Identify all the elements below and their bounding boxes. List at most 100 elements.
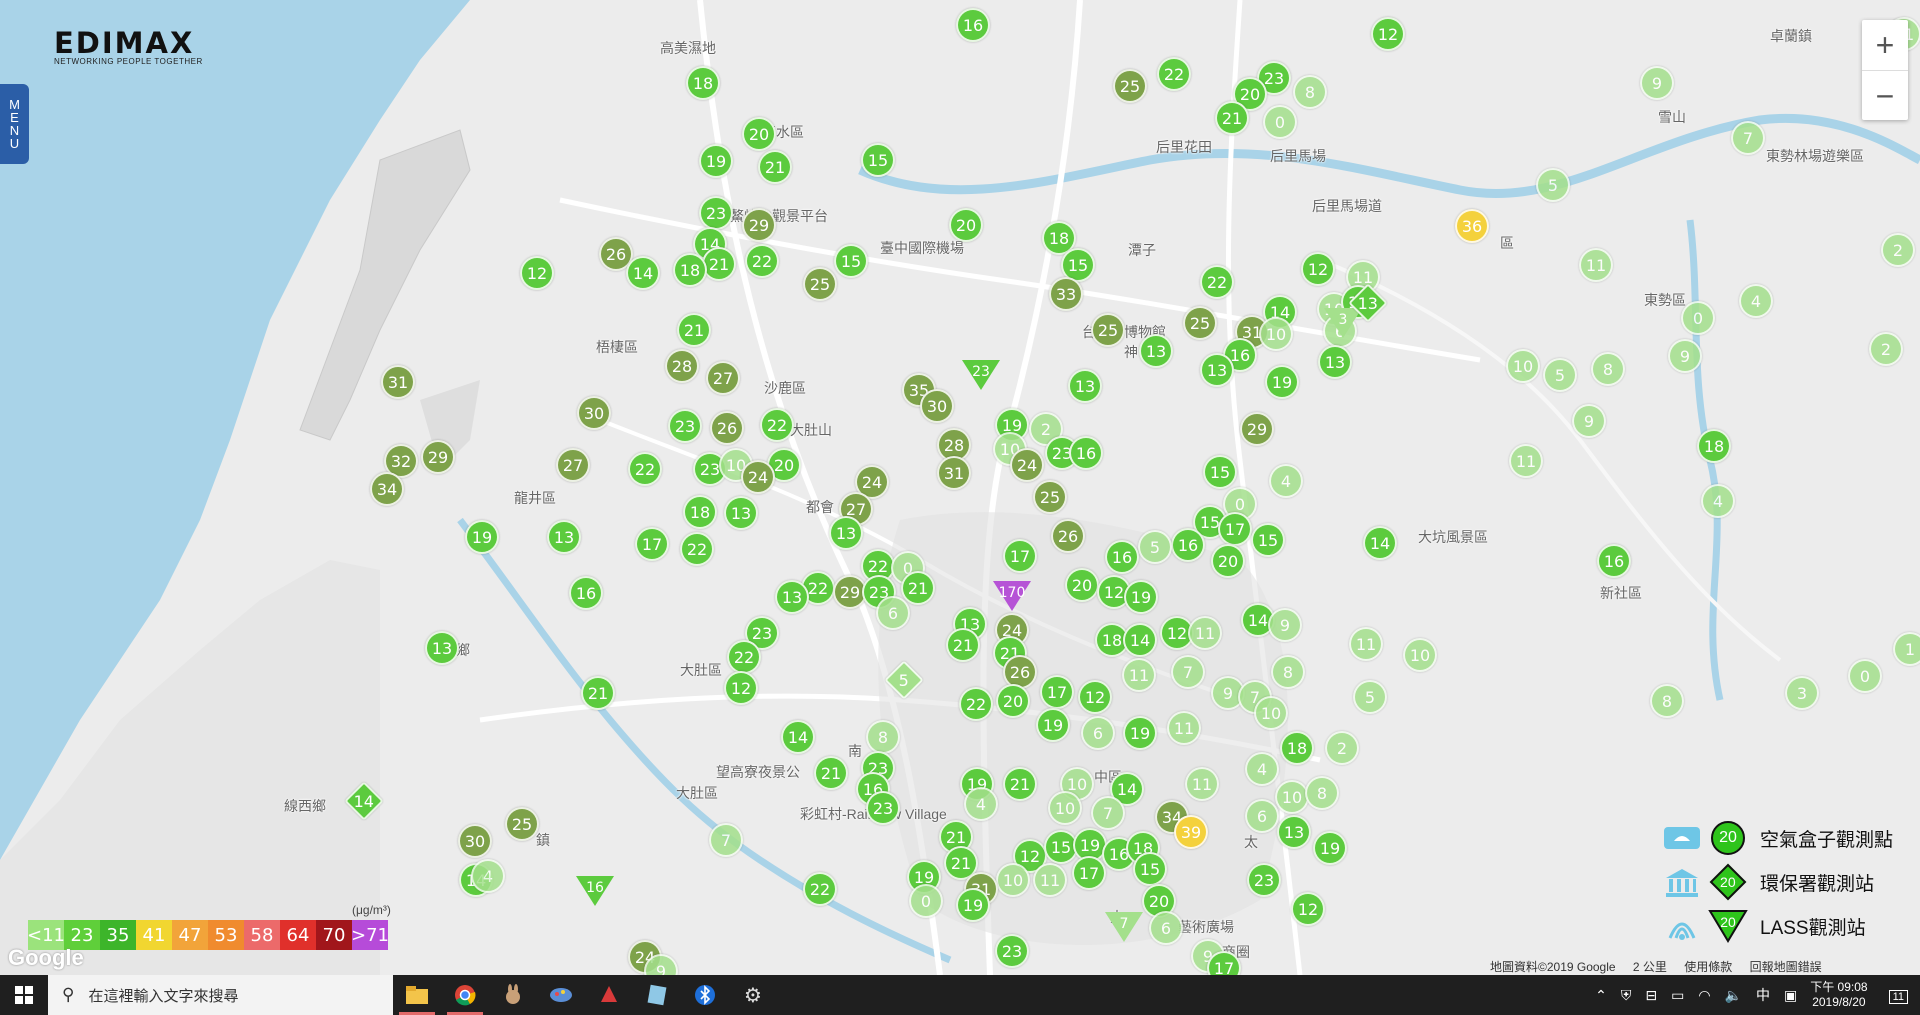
airbox-station-marker[interactable]: 0	[1681, 301, 1715, 335]
airbox-station-marker[interactable]: 15	[1133, 852, 1167, 886]
airbox-station-marker[interactable]: 17	[1040, 675, 1074, 709]
airbox-station-marker[interactable]: 17	[1003, 539, 1037, 573]
airbox-station-marker[interactable]: 19	[1265, 365, 1299, 399]
airbox-station-marker[interactable]: 12	[520, 256, 554, 290]
airbox-station-marker[interactable]: 6	[1081, 716, 1115, 750]
airbox-station-marker[interactable]: 21	[1215, 101, 1249, 135]
airbox-station-marker[interactable]: 21	[814, 756, 848, 790]
airbox-station-marker[interactable]: 4	[1739, 284, 1773, 318]
airbox-station-marker[interactable]: 22	[628, 452, 662, 486]
airbox-station-marker[interactable]: 4	[1701, 484, 1735, 518]
airbox-station-marker[interactable]: 21	[901, 571, 935, 605]
airbox-station-marker[interactable]: 22	[1200, 265, 1234, 299]
airbox-station-marker[interactable]: 28	[665, 349, 699, 383]
airbox-station-marker[interactable]: 19	[1313, 831, 1347, 865]
lass-station-marker[interactable]: 16	[576, 876, 614, 910]
airbox-station-marker[interactable]: 7	[1731, 121, 1765, 155]
airbox-station-marker[interactable]: 7	[709, 823, 743, 857]
airbox-station-marker[interactable]: 11	[1185, 767, 1219, 801]
airbox-station-marker[interactable]: 16	[1597, 544, 1631, 578]
airbox-station-marker[interactable]: 30	[920, 389, 954, 423]
wifi-icon[interactable]: ◠	[1698, 987, 1710, 1004]
airbox-station-marker[interactable]: 8	[1650, 684, 1684, 718]
usb-icon[interactable]: ⊟	[1645, 987, 1657, 1004]
airbox-station-marker[interactable]: 15	[834, 244, 868, 278]
edimax-logo[interactable]: EDIMAX NETWORKING PEOPLE TOGETHER	[54, 26, 203, 66]
airbox-station-marker[interactable]: 8	[1271, 655, 1305, 689]
airbox-station-marker[interactable]: 20	[742, 117, 776, 151]
airbox-station-marker[interactable]: 6	[1149, 911, 1183, 945]
zoom-out-button[interactable]: −	[1862, 71, 1908, 121]
security-icon[interactable]: ⛨	[1621, 987, 1632, 1004]
airbox-station-marker[interactable]: 8	[1293, 75, 1327, 109]
terms-link[interactable]: 使用條款	[1684, 960, 1732, 974]
airbox-station-marker[interactable]: 12	[1301, 252, 1335, 286]
airbox-station-marker[interactable]: 33	[1049, 277, 1083, 311]
airbox-station-marker[interactable]: 22	[727, 640, 761, 674]
airbox-station-marker[interactable]: 3	[1785, 676, 1819, 710]
airbox-station-marker[interactable]: 4	[471, 859, 505, 893]
airbox-station-marker[interactable]: 13	[1139, 334, 1173, 368]
airbox-station-marker[interactable]: 4	[1269, 464, 1303, 498]
report-error-link[interactable]: 回報地圖錯誤	[1750, 960, 1822, 974]
airbox-station-marker[interactable]: 0	[1848, 659, 1882, 693]
airbox-station-marker[interactable]: 19	[1123, 716, 1157, 750]
airbox-station-marker[interactable]: 13	[425, 631, 459, 665]
airbox-station-marker[interactable]: 22	[760, 408, 794, 442]
airbox-station-marker[interactable]: 19	[465, 520, 499, 554]
airbox-station-marker[interactable]: 22	[803, 872, 837, 906]
airbox-station-marker[interactable]: 17	[1218, 512, 1252, 546]
app-icon-palette[interactable]	[537, 975, 585, 1015]
airbox-station-marker[interactable]: 0	[1263, 105, 1297, 139]
notification-center-icon[interactable]: 11	[1888, 987, 1908, 1004]
airbox-station-marker[interactable]: 24	[1010, 448, 1044, 482]
airbox-station-marker[interactable]: 15	[1251, 523, 1285, 557]
map-canvas[interactable]: 高美濕地 清水區 鰲峰山觀景平台 臺中國際機場 后里花田 后里馬場 后里馬場道 梧棲區 沙鹿區大…	[0, 0, 1920, 975]
airbox-station-marker[interactable]: 5	[1543, 358, 1577, 392]
airbox-station-marker[interactable]: 22	[1157, 57, 1191, 91]
lass-station-marker[interactable]: 170	[993, 581, 1031, 615]
airbox-station-marker[interactable]: 12	[724, 671, 758, 705]
airbox-station-marker[interactable]: 20	[949, 208, 983, 242]
airbox-station-marker[interactable]: 2	[1325, 731, 1359, 765]
airbox-station-marker[interactable]: 26	[710, 411, 744, 445]
app-icon-rabbit[interactable]	[489, 975, 537, 1015]
airbox-station-marker[interactable]: 22	[959, 687, 993, 721]
airbox-station-marker[interactable]: 26	[1051, 519, 1085, 553]
airbox-station-marker[interactable]: 15	[861, 143, 895, 177]
airbox-station-marker[interactable]: 9	[1268, 608, 1302, 642]
airbox-station-marker[interactable]: 21	[581, 676, 615, 710]
airbox-station-marker[interactable]: 16	[1171, 528, 1205, 562]
airbox-station-marker[interactable]: 12	[1371, 17, 1405, 51]
airbox-station-marker[interactable]: 23	[1247, 863, 1281, 897]
airbox-station-marker[interactable]: 7	[1091, 796, 1125, 830]
start-button[interactable]	[0, 975, 48, 1015]
zoom-in-button[interactable]: +	[1862, 20, 1908, 71]
airbox-station-marker[interactable]: 36	[1455, 209, 1489, 243]
airbox-station-marker[interactable]: 29	[742, 208, 776, 242]
airbox-station-marker[interactable]: 9	[1640, 66, 1674, 100]
airbox-station-marker[interactable]: 30	[458, 824, 492, 858]
airbox-station-marker[interactable]: 13	[1277, 815, 1311, 849]
airbox-station-marker[interactable]: 18	[1280, 731, 1314, 765]
airbox-station-marker[interactable]: 6	[1245, 799, 1279, 833]
settings-gear-icon[interactable]: ⚙	[729, 975, 777, 1015]
airbox-station-marker[interactable]: 21	[1003, 767, 1037, 801]
bluetooth-icon[interactable]	[681, 975, 729, 1015]
airbox-station-marker[interactable]: 25	[1183, 306, 1217, 340]
airbox-station-marker[interactable]: 1	[1893, 632, 1920, 666]
airbox-station-marker[interactable]: 11	[1509, 444, 1543, 478]
airbox-station-marker[interactable]: 9	[1668, 339, 1702, 373]
ime-indicator[interactable]: 中	[1756, 985, 1770, 1005]
airbox-station-marker[interactable]: 10	[1403, 638, 1437, 672]
airbox-station-marker[interactable]: 21	[677, 313, 711, 347]
airbox-station-marker[interactable]: 27	[706, 361, 740, 395]
airbox-station-marker[interactable]: 0	[909, 884, 943, 918]
airbox-station-marker[interactable]: 14	[1363, 526, 1397, 560]
airbox-station-marker[interactable]: 4	[964, 787, 998, 821]
taskbar-clock[interactable]: 下午 09:08 2019/8/20	[1810, 980, 1867, 1010]
airbox-station-marker[interactable]: 30	[577, 396, 611, 430]
airbox-station-marker[interactable]: 10	[1275, 780, 1309, 814]
app-icon-red[interactable]	[585, 975, 633, 1015]
airbox-station-marker[interactable]: 25	[505, 807, 539, 841]
